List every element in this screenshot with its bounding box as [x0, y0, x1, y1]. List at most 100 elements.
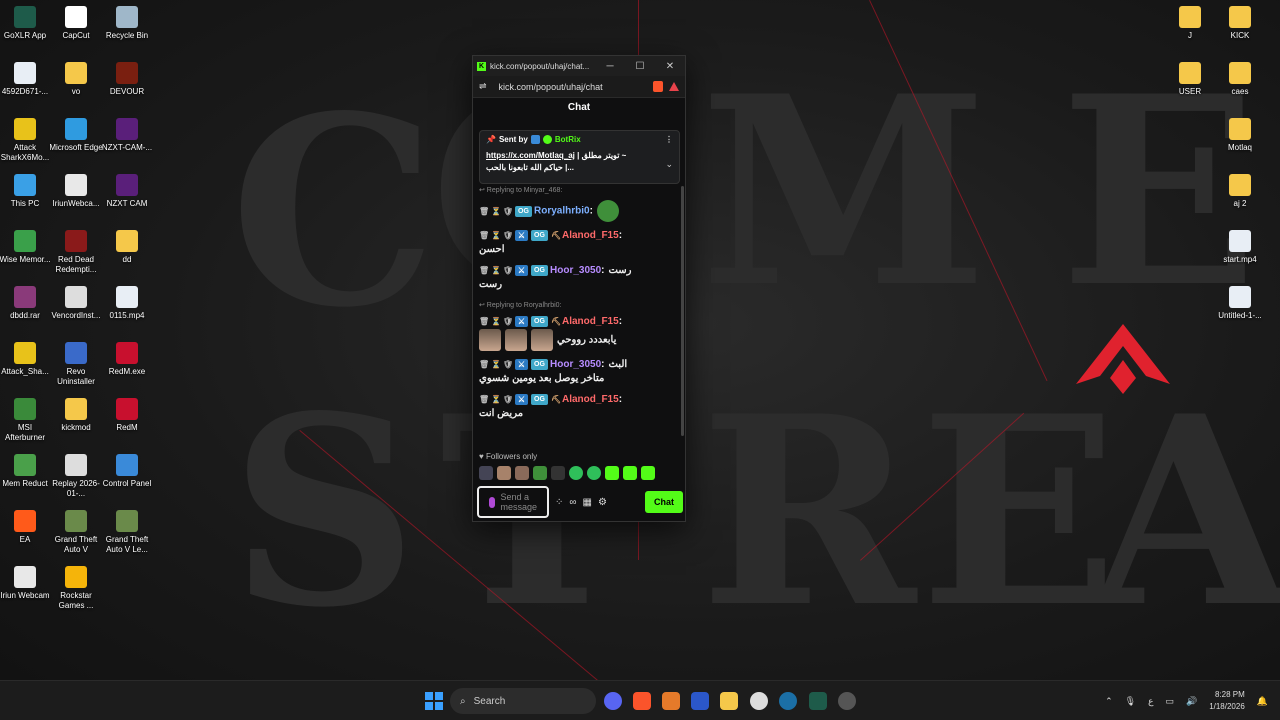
desktop-icon[interactable]: J: [1163, 6, 1217, 41]
desktop-icon[interactable]: CapCut: [49, 6, 103, 41]
more-options-icon[interactable]: ⋮: [665, 135, 673, 144]
desktop-icon[interactable]: vo: [49, 62, 103, 97]
desktop-icon[interactable]: caes: [1213, 62, 1267, 97]
taskbar-search[interactable]: ⌕ Search: [450, 688, 596, 714]
minimize-button[interactable]: ─: [595, 61, 625, 72]
chat-message[interactable]: 🗑 ⏳ 🛡 ⚔ OG Hoor_3050: رست رست: [479, 264, 679, 292]
desktop-icon[interactable]: Red Dead Redempti...: [49, 230, 103, 275]
app-blue-icon[interactable]: [691, 692, 709, 710]
desktop-icon[interactable]: Iriun Webcam: [0, 566, 52, 601]
chat-message[interactable]: ↩ Replying to Minyar_468: 🗑 ⏳ 🛡 OG Roryalhrbi…: [479, 184, 679, 222]
chat-username[interactable]: Alanod_F15: [562, 316, 619, 327]
desktop-icon[interactable]: Recycle Bin: [100, 6, 154, 41]
desktop-icon[interactable]: IriunWebca...: [49, 174, 103, 209]
desktop-icon[interactable]: MSI Afterburner: [0, 398, 52, 443]
desktop-icon[interactable]: VencordInst...: [49, 286, 103, 321]
desktop-icon[interactable]: NZXT-CAM-...: [100, 118, 154, 153]
iriun-taskbar-icon[interactable]: [750, 692, 768, 710]
site-info-icon[interactable]: ⇌: [479, 81, 487, 92]
address-bar[interactable]: ⇌ kick.com/popout/uhaj/chat: [473, 76, 685, 98]
emote-picker-icon[interactable]: ⁘: [555, 497, 563, 508]
brave-icon[interactable]: [633, 692, 651, 710]
desktop-icon[interactable]: GoXLR App: [0, 6, 52, 41]
desktop-icon[interactable]: Attack_Sha...: [0, 342, 52, 377]
show-hidden-icons-icon[interactable]: ⌃: [1105, 696, 1113, 707]
emote-button[interactable]: [515, 466, 529, 480]
desktop-icon[interactable]: EA: [0, 510, 52, 545]
app-circle-icon[interactable]: [838, 692, 856, 710]
desktop-icon[interactable]: Mem Reduct: [0, 454, 52, 489]
reply-context[interactable]: ↩ Replying to Roryalhrbi0:: [479, 299, 679, 313]
desktop-icon[interactable]: RedM.exe: [100, 342, 154, 377]
desktop-icon[interactable]: Rockstar Games ...: [49, 566, 103, 611]
desktop-icon[interactable]: start.mp4: [1213, 230, 1267, 265]
language-indicator[interactable]: ع: [1148, 696, 1153, 707]
brave-shield-icon[interactable]: [653, 81, 663, 92]
close-button[interactable]: ✕: [655, 61, 685, 72]
microphone-icon[interactable]: [489, 496, 495, 508]
emote-button[interactable]: [497, 466, 511, 480]
pinned-link[interactable]: https://x.com/Motlaq_aj: [486, 151, 575, 160]
steam-icon[interactable]: [779, 692, 797, 710]
desktop-icon[interactable]: dbdd.rar: [0, 286, 52, 321]
desktop-icon[interactable]: Control Panel: [100, 454, 154, 489]
chat-input[interactable]: Send a message: [477, 486, 549, 518]
browser-popup-window[interactable]: K kick.com/popout/uhaj/chat... ─ ☐ ✕ ⇌ k…: [472, 55, 686, 522]
notifications-icon[interactable]: 🔔: [1257, 696, 1268, 707]
desktop-icon[interactable]: RedM: [100, 398, 154, 433]
chat-message[interactable]: 🗑 ⏳ 🛡 ⚔ OG ⛏ Alanod_F15: مريض انت: [479, 393, 679, 421]
desktop-icon[interactable]: DEVOUR: [100, 62, 154, 97]
desktop-icon[interactable]: KICK: [1213, 6, 1267, 41]
chat-message[interactable]: 🗑 ⏳ 🛡 ⚔ OG Hoor_3050: البث متاخر يوصل بعد يومين…: [479, 358, 679, 386]
chat-message[interactable]: ↩ Replying to Roryalhrbi0: 🗑 ⏳ 🛡 ⚔ OG ⛏ Alanod_…: [479, 299, 679, 351]
chat-scrollbar[interactable]: [681, 186, 684, 436]
desktop-icon[interactable]: Motlaq: [1213, 118, 1267, 153]
desktop-icon[interactable]: Grand Theft Auto V Le...: [100, 510, 154, 555]
window-titlebar[interactable]: K kick.com/popout/uhaj/chat... ─ ☐ ✕: [473, 56, 685, 76]
network-icon[interactable]: ▭: [1165, 696, 1174, 707]
emote-button[interactable]: [551, 466, 565, 480]
chat-message[interactable]: 🗑 ⏳ 🛡 ⚔ OG ⛏ Alanod_F15: احسن: [479, 229, 679, 257]
reply-context[interactable]: ↩ Replying to Minyar_468:: [479, 184, 679, 198]
goxlr-taskbar-icon[interactable]: [809, 692, 827, 710]
desktop-icon[interactable]: This PC: [0, 174, 52, 209]
bot-username[interactable]: BotRix: [555, 135, 581, 144]
desktop-icon[interactable]: Revo Uninstaller: [49, 342, 103, 387]
store-icon[interactable]: ▦: [583, 497, 592, 508]
desktop-icon[interactable]: USER: [1163, 62, 1217, 97]
chat-username[interactable]: Hoor_3050: [550, 265, 601, 276]
volume-icon[interactable]: 🔊: [1186, 696, 1197, 707]
desktop-icon[interactable]: Attack SharkX6Mo...: [0, 118, 52, 163]
chat-username[interactable]: Alanod_F15: [562, 230, 619, 241]
chat-username[interactable]: Roryalhrbi0: [534, 206, 590, 217]
brave-rewards-icon[interactable]: [669, 82, 679, 91]
emote-button[interactable]: [605, 466, 619, 480]
desktop-icon[interactable]: 4592D671-...: [0, 62, 52, 97]
desktop-icon[interactable]: kickmod: [49, 398, 103, 433]
chat-username[interactable]: Hoor_3050: [550, 359, 601, 370]
settings-gear-icon[interactable]: ⚙: [598, 497, 607, 508]
send-chat-button[interactable]: Chat: [645, 491, 683, 513]
pinned-message[interactable]: 📌 Sent by BotRix ⋮ https://x.com/Motlaq_…: [479, 130, 680, 184]
emote-button[interactable]: [641, 466, 655, 480]
desktop-icon[interactable]: aj 2: [1213, 174, 1267, 209]
emote-button[interactable]: [569, 466, 583, 480]
desktop-icon[interactable]: dd: [100, 230, 154, 265]
app-orange-icon[interactable]: [662, 692, 680, 710]
expand-chevron-icon[interactable]: ⌄: [665, 159, 673, 170]
microphone-tray-icon[interactable]: 🎙: [1125, 696, 1136, 707]
desktop-icon[interactable]: Replay 2026-01-...: [49, 454, 103, 499]
clock[interactable]: 8:28 PM 1/18/2026: [1209, 689, 1245, 713]
emote-button[interactable]: [533, 466, 547, 480]
desktop-icon[interactable]: Wise Memor...: [0, 230, 52, 265]
url-text[interactable]: kick.com/popout/uhaj/chat: [493, 82, 647, 92]
desktop-icon[interactable]: Untitled-1-...: [1213, 286, 1267, 321]
desktop-icon[interactable]: Grand Theft Auto V: [49, 510, 103, 555]
emote-button[interactable]: [479, 466, 493, 480]
emote-button[interactable]: [587, 466, 601, 480]
desktop-icon[interactable]: 0115.mp4: [100, 286, 154, 321]
infinity-icon[interactable]: ∞: [569, 497, 576, 508]
maximize-button[interactable]: ☐: [625, 61, 655, 72]
file-explorer-icon[interactable]: [720, 692, 738, 710]
emote-button[interactable]: [623, 466, 637, 480]
